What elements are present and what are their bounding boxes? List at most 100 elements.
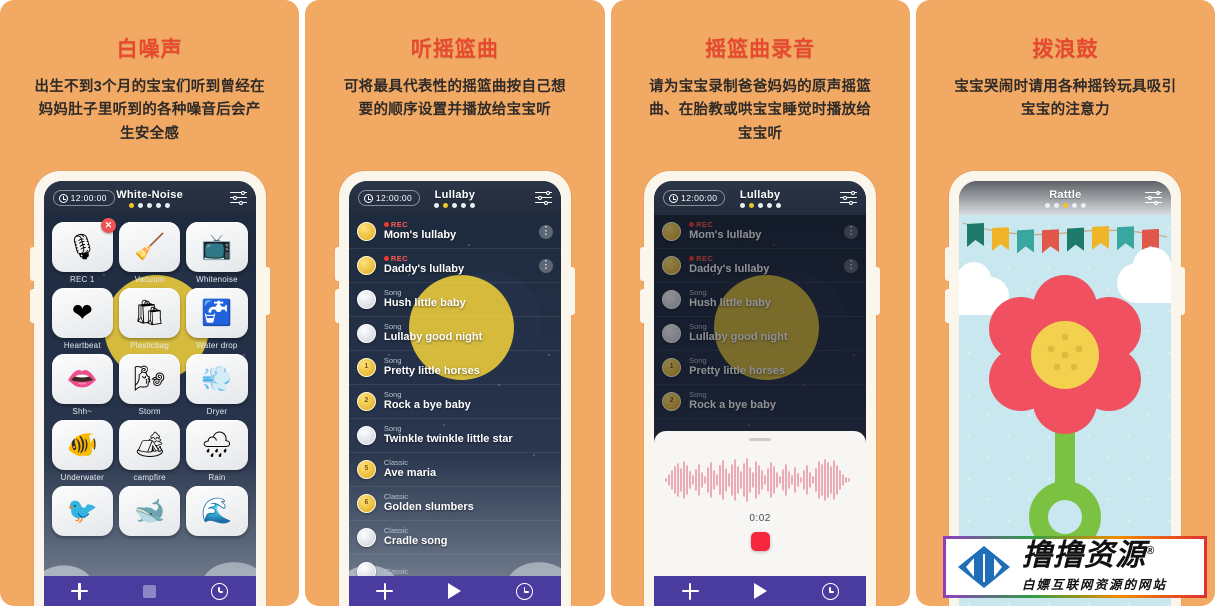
page-dot[interactable]	[757, 202, 763, 208]
add-song-button[interactable]	[681, 582, 699, 600]
song-order-badge[interactable]: 6	[356, 494, 376, 513]
panel-description: 可将最具代表性的摇篮曲按自己想要的顺序设置并播放给宝宝听	[343, 79, 566, 119]
sound-tile[interactable]: 📺 Whitenoise	[186, 222, 248, 284]
song-order-badge[interactable]: 2	[356, 392, 376, 411]
song-order-badge[interactable]	[356, 528, 376, 547]
song-row[interactable]: 2 Song Rock a bye baby	[348, 385, 561, 419]
page-dot[interactable]	[739, 202, 745, 208]
page-dot[interactable]	[452, 202, 458, 208]
page-dot[interactable]	[766, 202, 772, 208]
play-button[interactable]	[448, 583, 462, 599]
panel-title: 白噪声	[116, 38, 183, 61]
song-row[interactable]: REC Mom's lullaby	[348, 215, 561, 249]
recording-elapsed-time: 0:02	[749, 513, 771, 524]
page-dot[interactable]	[1071, 202, 1077, 208]
sound-tile[interactable]: 🐠 Underwater	[51, 420, 113, 482]
sound-tile[interactable]: 👄 Shh~	[51, 354, 113, 416]
page-dot[interactable]	[1080, 202, 1086, 208]
page-dot[interactable]	[138, 202, 144, 208]
page-dot[interactable]	[129, 202, 135, 208]
page-dots[interactable]	[959, 202, 1171, 208]
page-dot[interactable]	[1062, 202, 1068, 208]
promo-panel-white-noise: 白噪声 出生不到3个月的宝宝们听到曾经在妈妈肚子里听到的各种噪音后会产生安全感 …	[0, 0, 300, 606]
phone-power-button	[264, 267, 270, 315]
sleep-timer-pill[interactable]: 12:00:00	[663, 190, 726, 206]
page-dot[interactable]	[461, 202, 467, 208]
song-title: Lullaby good night	[383, 331, 483, 344]
page-dot[interactable]	[1044, 202, 1050, 208]
equalizer-icon[interactable]	[229, 190, 247, 205]
lullaby-song-list[interactable]: RECMom's lullabyRECDaddy's lullabySongHu…	[348, 215, 561, 576]
song-order-badge[interactable]	[356, 290, 376, 309]
phone-frame: 12:00:00 Lullaby REC Mom's lullaby ⋮ REC…	[334, 171, 575, 606]
bunting-flag	[1042, 229, 1060, 254]
campfire-icon: 🏕	[118, 420, 181, 470]
timer-button[interactable]	[516, 582, 534, 600]
sound-tile[interactable]: 🏕 campfire	[118, 420, 181, 482]
song-row[interactable]: 6 Classic Golden slumbers	[348, 487, 561, 521]
page-dot[interactable]	[434, 202, 440, 208]
song-order-badge[interactable]	[356, 256, 376, 275]
page-dot[interactable]	[1053, 202, 1059, 208]
song-order-badge[interactable]	[356, 562, 376, 576]
page-dot[interactable]	[147, 202, 153, 208]
timer-button[interactable]	[821, 582, 839, 600]
timer-button[interactable]	[211, 582, 229, 600]
sound-tile[interactable]: 🧹 Vacuum	[118, 222, 181, 284]
page-dot[interactable]	[165, 202, 171, 208]
timer-value: 12:00:00	[681, 193, 718, 203]
play-icon	[753, 583, 767, 599]
song-order-badge[interactable]	[356, 426, 376, 445]
song-row[interactable]: Song Lullaby good night	[348, 317, 561, 351]
add-sound-button[interactable]	[71, 582, 89, 600]
page-dot[interactable]	[156, 202, 162, 208]
sound-tile[interactable]: 🎙 ✕ REC 1	[51, 218, 116, 284]
stop-button[interactable]	[143, 584, 157, 598]
sound-tile[interactable]: 💨 Dryer	[186, 354, 248, 416]
page-dot[interactable]	[470, 202, 476, 208]
sound-tile[interactable]: 🛍 Plasticbag	[118, 288, 181, 350]
page-dot[interactable]	[748, 202, 754, 208]
song-order-badge[interactable]: 5	[356, 460, 376, 479]
sound-tile-label: Heartbeat	[63, 341, 101, 350]
song-row[interactable]: Song Hush little baby	[348, 283, 561, 317]
song-row[interactable]: Classic Cradle song	[348, 521, 561, 555]
equalizer-icon[interactable]	[1145, 190, 1163, 205]
equalizer-icon[interactable]	[534, 190, 552, 205]
equalizer-icon[interactable]	[840, 190, 858, 205]
page-dot[interactable]	[775, 202, 781, 208]
sound-tile[interactable]: 🐋	[118, 486, 181, 539]
bottom-navigation-bar	[43, 576, 256, 606]
bunting-flag	[1092, 225, 1110, 250]
song-more-menu-icon[interactable]	[538, 224, 553, 239]
sound-tile[interactable]: 🌧 Rain	[186, 420, 248, 482]
song-row[interactable]: Song Twinkle twinkle little star	[348, 419, 561, 453]
sound-tile[interactable]: 🌊	[186, 486, 248, 539]
timer-value: 12:00:00	[375, 193, 413, 203]
song-order-badge[interactable]	[356, 222, 376, 241]
bottom-navigation-bar	[348, 576, 561, 606]
song-category: Song	[383, 322, 402, 332]
song-row[interactable]: 5 Classic Ave maria	[348, 453, 561, 487]
sound-tile[interactable]: 🌬 Storm	[118, 354, 181, 416]
sound-tile[interactable]: 🐦	[51, 486, 113, 539]
song-row[interactable]: 1 Song Pretty little horses	[348, 351, 561, 385]
page-dot[interactable]	[443, 202, 449, 208]
song-row[interactable]: REC Daddy's lullaby	[348, 249, 561, 283]
play-button[interactable]	[753, 583, 767, 599]
bird-icon: 🐦	[51, 486, 113, 536]
sleep-timer-pill[interactable]: 12:00:00	[52, 190, 115, 206]
delete-tile-badge[interactable]: ✕	[100, 218, 116, 233]
add-song-button[interactable]	[376, 582, 394, 600]
promo-board: 白噪声 出生不到3个月的宝宝们听到曾经在妈妈肚子里听到的各种噪音后会产生安全感 …	[0, 0, 1215, 606]
sleep-timer-pill[interactable]: 12:00:00	[357, 190, 421, 206]
sound-tile[interactable]: 🚰 Water drop	[186, 288, 248, 350]
sound-tile[interactable]: ❤ Heartbeat	[51, 288, 113, 350]
sheet-handle[interactable]	[749, 438, 772, 441]
song-order-badge[interactable]	[356, 324, 376, 343]
song-order-badge[interactable]: 1	[356, 358, 376, 377]
song-row[interactable]: Classic	[349, 555, 561, 576]
record-stop-button[interactable]	[750, 532, 770, 551]
song-more-menu-icon[interactable]	[538, 258, 553, 273]
sound-tile-label: Plasticbag	[130, 341, 170, 350]
